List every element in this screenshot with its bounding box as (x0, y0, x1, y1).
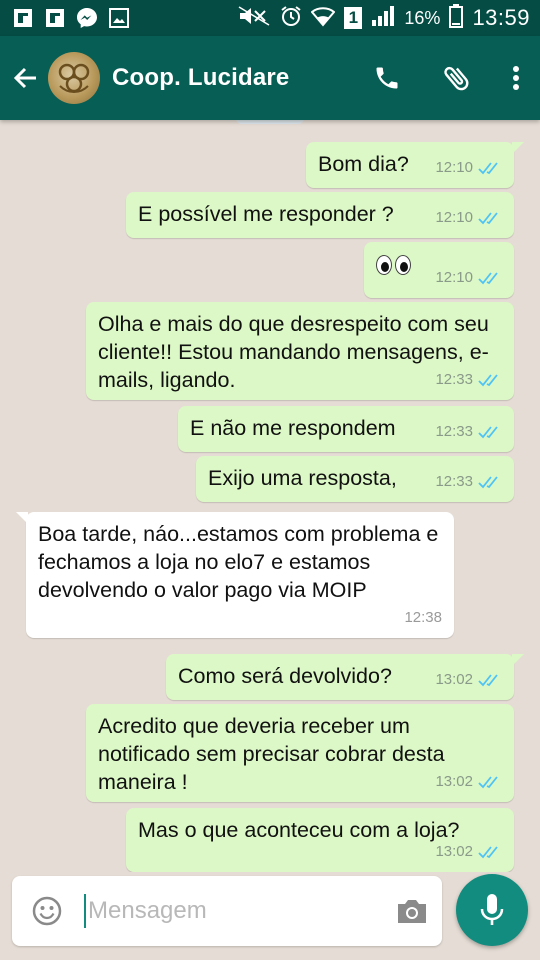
message-meta: 12:33 (435, 366, 502, 394)
messenger-icon (76, 7, 98, 29)
message-time: 12:10 (435, 209, 473, 226)
double-check-read-icon (478, 426, 498, 439)
message-time: 13:02 (435, 773, 473, 790)
message-bubble-outgoing[interactable]: 👀 12:10 (364, 242, 514, 298)
message-time: 12:33 (435, 423, 473, 440)
message-meta: 12:10 (435, 154, 502, 182)
double-check-read-icon (478, 776, 498, 789)
message-bubble-outgoing[interactable]: Exijo uma resposta, 12:33 (196, 456, 514, 502)
message-bubble-outgoing[interactable]: Acredito que deveria receber um notifica… (86, 704, 514, 802)
message-time: 12:10 (435, 269, 473, 286)
message-meta: 13:02 (435, 666, 502, 694)
flipboard-icon (12, 7, 34, 29)
message-bubble-outgoing[interactable]: Mas o que aconteceu com a loja? 13:02 (126, 808, 514, 872)
message-time: 12:38 (404, 609, 442, 626)
message-meta: 12:38 (404, 604, 442, 632)
alarm-icon (280, 5, 302, 32)
status-bar: 1 16% 13:59 (0, 0, 540, 36)
more-vert-icon[interactable] (492, 36, 540, 120)
double-check-read-icon (478, 162, 498, 175)
microphone-button[interactable] (456, 874, 528, 946)
message-bubble-incoming[interactable]: Boa tarde, náo...estamos com problema e … (16, 512, 454, 638)
double-check-read-icon (478, 674, 498, 687)
microphone-icon (480, 894, 504, 925)
mute-icon (237, 5, 271, 32)
message-bubble-outgoing[interactable]: E possível me responder ? 12:10 (126, 192, 514, 238)
battery-icon (449, 3, 464, 33)
message-time: 12:10 (435, 159, 473, 176)
message-meta: 13:02 (435, 768, 502, 796)
camera-icon[interactable] (382, 876, 442, 946)
phone-icon[interactable] (352, 36, 422, 120)
message-meta: 12:33 (435, 468, 502, 496)
message-list[interactable]: Bom dia? 12:10 E possível me responder ?… (0, 120, 540, 872)
back-arrow-icon[interactable] (2, 36, 48, 120)
message-input[interactable] (88, 897, 368, 925)
double-check-read-icon (478, 374, 498, 387)
message-text: Como será devolvido? (178, 664, 392, 688)
message-bubble-outgoing[interactable]: Bom dia? 12:10 (306, 142, 524, 188)
message-time: 13:02 (435, 671, 473, 688)
message-text: E não me respondem (190, 416, 396, 440)
message-time: 13:02 (435, 843, 473, 860)
message-meta: 12:10 (435, 264, 502, 292)
contact-avatar[interactable] (48, 52, 100, 104)
contact-name[interactable]: Coop. Lucidare (112, 64, 289, 92)
clock: 13:59 (472, 5, 530, 30)
message-text: Boa tarde, náo...estamos com problema e … (38, 522, 439, 602)
message-bubble-outgoing[interactable]: Olha e mais do que desrespeito com seu c… (86, 302, 514, 400)
message-text: E possível me responder ? (138, 202, 394, 226)
attach-icon[interactable] (422, 36, 492, 120)
message-bubble-outgoing[interactable]: Como será devolvido? 13:02 (166, 654, 524, 700)
message-bubble-outgoing[interactable]: E não me respondem 12:33 (178, 406, 514, 452)
message-text: Exijo uma resposta, (208, 466, 397, 490)
message-text: Bom dia? (318, 152, 409, 176)
message-meta: 12:33 (435, 418, 502, 446)
double-check-read-icon (478, 212, 498, 225)
double-check-read-icon (478, 476, 498, 489)
eyes-emoji: 👀 (376, 255, 411, 276)
chat-header: Coop. Lucidare (0, 36, 540, 120)
message-text: Mas o que aconteceu com a loja? (138, 818, 460, 842)
date-chip-partial (236, 120, 304, 124)
message-meta: 12:10 (435, 204, 502, 232)
battery-percent: 16% (404, 7, 441, 28)
message-time: 12:33 (435, 473, 473, 490)
message-composer (12, 876, 442, 946)
message-meta: 13:02 (435, 838, 502, 866)
flipboard-icon (44, 7, 66, 29)
signal-icon (371, 5, 395, 32)
image-icon (108, 7, 130, 29)
message-time: 12:33 (435, 371, 473, 388)
double-check-read-icon (478, 846, 498, 859)
wifi-icon (310, 5, 336, 32)
sim-slot-badge: 1 (344, 7, 363, 29)
emoji-icon[interactable] (12, 876, 82, 946)
double-check-read-icon (478, 272, 498, 285)
text-cursor (84, 894, 86, 928)
